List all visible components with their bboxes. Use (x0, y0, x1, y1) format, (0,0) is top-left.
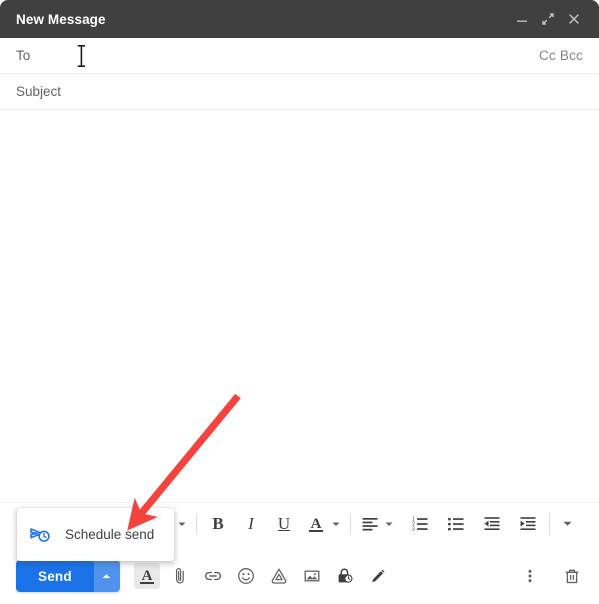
emoji-icon (237, 568, 254, 584)
align-left-icon (362, 517, 378, 530)
schedule-send-icon (30, 527, 50, 542)
svg-text:A: A (141, 568, 152, 584)
toolbar-divider (350, 513, 351, 534)
text-color-button[interactable]: A (303, 511, 329, 537)
discard-draft-button[interactable] (559, 563, 585, 589)
chevron-down-icon (562, 521, 572, 526)
toolbar-divider (549, 513, 550, 534)
expand-icon (542, 13, 554, 25)
to-input[interactable] (30, 38, 539, 73)
bold-button[interactable]: B (204, 511, 232, 537)
insert-emoji-button[interactable] (233, 563, 259, 589)
align-button[interactable] (358, 511, 382, 537)
minimize-button[interactable] (509, 6, 535, 32)
text-color-icon: A (309, 516, 323, 532)
text-cursor-icon (76, 44, 87, 68)
paperclip-icon (175, 567, 184, 584)
pen-icon (372, 569, 385, 583)
compose-window: New Message To Cc Bcc Subject B I U A 1 … (0, 0, 599, 604)
lock-clock-icon (338, 568, 353, 583)
message-body-input[interactable] (0, 110, 599, 502)
chevron-down-icon (385, 522, 393, 526)
font-size-caret[interactable] (175, 511, 189, 537)
italic-button[interactable]: I (237, 511, 265, 537)
svg-text:3: 3 (412, 526, 415, 532)
send-group: Send (16, 560, 120, 592)
svg-text:A: A (311, 516, 322, 532)
bold-icon: B (212, 513, 224, 533)
insert-photo-button[interactable] (299, 563, 325, 589)
bulleted-list-button[interactable] (442, 511, 470, 537)
subject-row[interactable]: Subject (0, 74, 599, 110)
compose-title-bar: New Message (0, 0, 599, 38)
schedule-send-label: Schedule send (65, 527, 155, 542)
cc-link[interactable]: Cc (539, 48, 556, 63)
numbered-list-icon: 123 (412, 516, 428, 532)
schedule-send-menu-item[interactable]: Schedule send (17, 508, 174, 561)
send-button[interactable]: Send (16, 560, 94, 592)
decrease-indent-icon (484, 516, 500, 530)
underline-button[interactable]: U (270, 511, 298, 537)
numbered-list-button[interactable]: 123 (406, 511, 434, 537)
right-action-group (501, 563, 585, 589)
attach-file-button[interactable] (167, 563, 193, 589)
chevron-down-icon (332, 522, 340, 526)
insert-signature-button[interactable] (365, 563, 391, 589)
send-options-button[interactable] (93, 560, 120, 592)
decrease-indent-button[interactable] (478, 511, 506, 537)
toolbar-divider (196, 513, 197, 534)
close-icon (569, 14, 579, 24)
more-options-button[interactable] (517, 563, 543, 589)
subject-input[interactable]: Subject (16, 84, 61, 99)
recipient-row: To Cc Bcc (0, 38, 599, 74)
bulleted-list-icon (448, 517, 464, 530)
formatting-options-button[interactable]: A (133, 563, 160, 589)
bcc-link[interactable]: Bcc (560, 48, 583, 63)
more-vert-icon (528, 569, 532, 583)
chevron-up-icon (102, 573, 111, 578)
page-title: New Message (16, 11, 106, 27)
italic-icon: I (248, 513, 254, 533)
chevron-down-icon (178, 522, 186, 526)
increase-indent-icon (520, 516, 536, 530)
insert-link-button[interactable] (200, 563, 226, 589)
trash-icon (565, 569, 579, 584)
image-icon (304, 570, 320, 582)
minimize-icon (517, 20, 527, 22)
expand-button[interactable] (535, 6, 561, 32)
underline-icon: U (277, 513, 291, 533)
more-formatting-button[interactable] (557, 511, 577, 537)
close-button[interactable] (561, 6, 587, 32)
to-label: To (16, 48, 31, 63)
insert-drive-file-button[interactable] (266, 563, 292, 589)
increase-indent-button[interactable] (514, 511, 542, 537)
confidential-mode-button[interactable] (332, 563, 358, 589)
text-color-caret[interactable] (329, 511, 343, 537)
link-icon (204, 571, 221, 581)
google-drive-icon (271, 568, 287, 584)
action-icon-group: A (133, 563, 501, 589)
align-caret[interactable] (382, 511, 396, 537)
text-format-icon: A (139, 568, 154, 584)
cc-bcc-group: Cc Bcc (539, 48, 583, 63)
